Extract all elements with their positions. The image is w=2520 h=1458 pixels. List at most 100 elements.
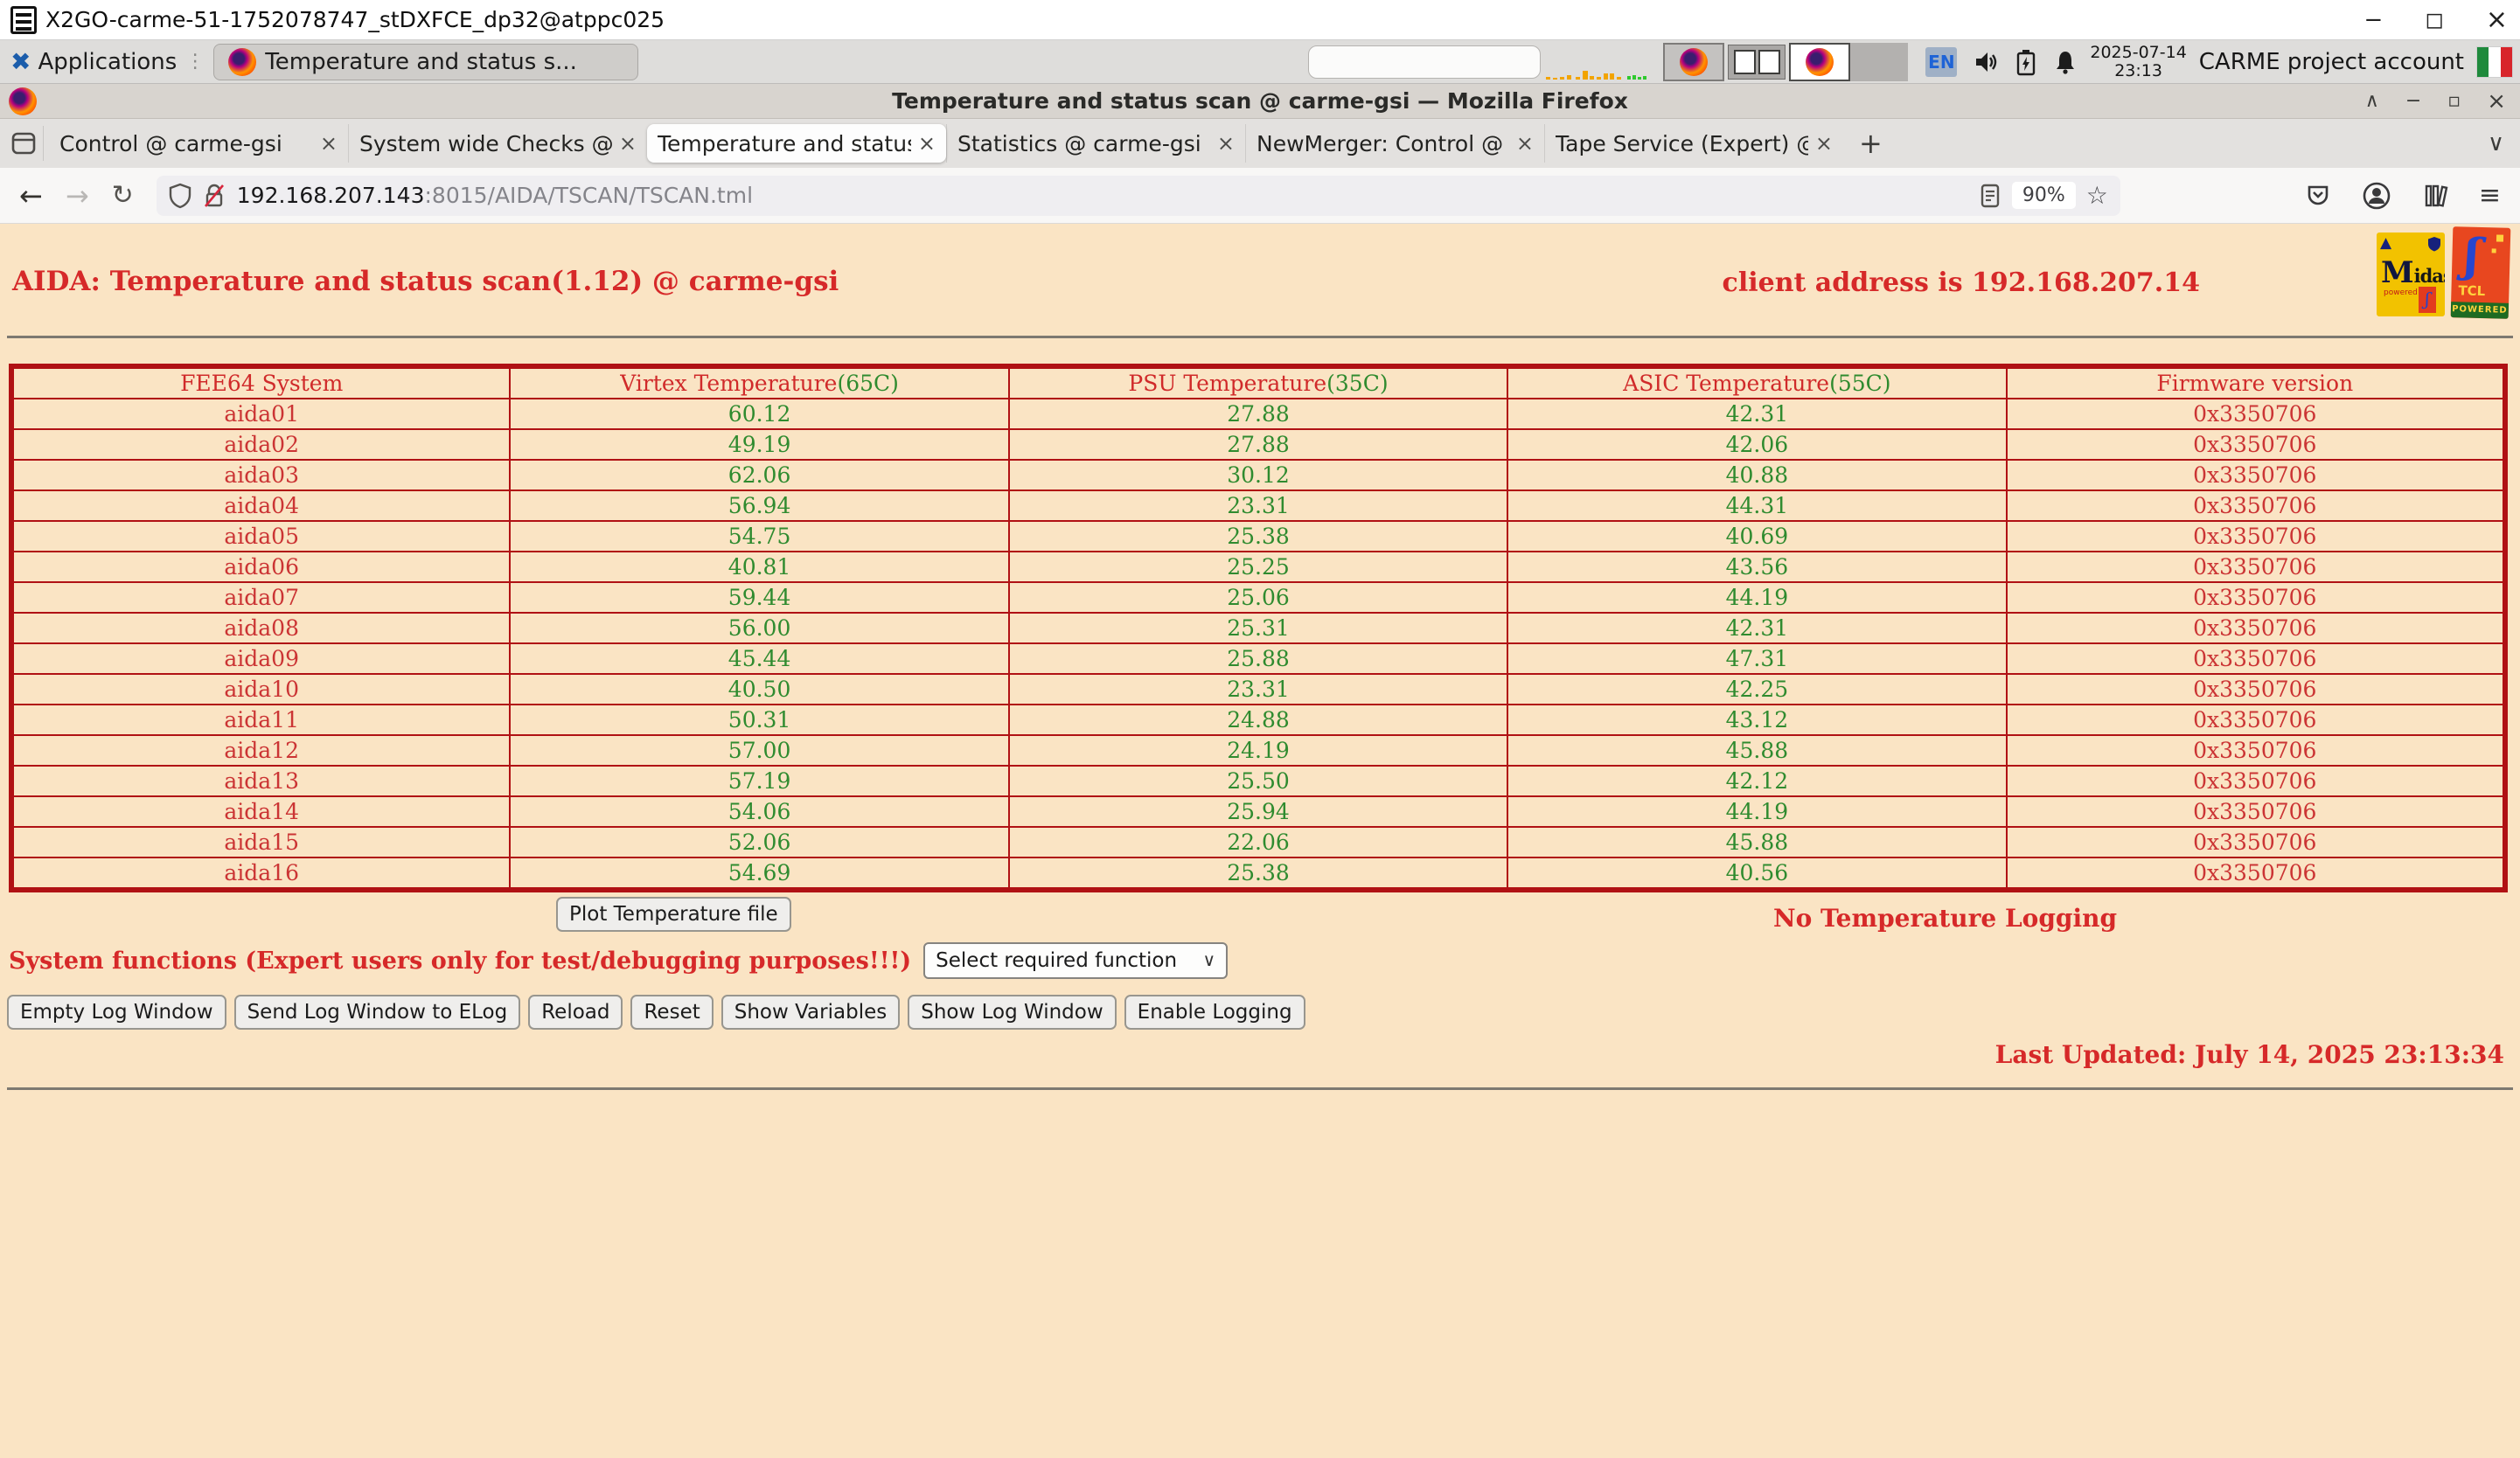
cell-system: aida13: [11, 766, 510, 796]
tab-control[interactable]: Control @ carme-gsi ×: [49, 124, 348, 163]
keyboard-layout-icon[interactable]: EN: [1925, 47, 1957, 77]
url-bar[interactable]: 192.168.207.143:8015/AIDA/TSCAN/TSCAN.tm…: [157, 176, 2120, 216]
new-tab-icon[interactable]: +: [1859, 127, 1883, 160]
cell-psu-temperature: 25.38: [1009, 521, 1507, 552]
empty-log-window-button[interactable]: Empty Log Window: [7, 995, 226, 1030]
cell-firmware-version: 0x3350706: [2007, 552, 2505, 582]
system-function-select[interactable]: Select required function: [923, 942, 1228, 979]
cell-system: aida10: [11, 674, 510, 705]
taskbar-firefox-active-button[interactable]: [1663, 43, 1724, 81]
library-icon[interactable]: [2421, 182, 2449, 210]
shade-icon[interactable]: ∧: [2365, 90, 2379, 112]
table-row: aida13 57.19 25.50 42.12 0x3350706: [11, 766, 2505, 796]
close-icon[interactable]: ×: [2487, 88, 2506, 115]
pocket-icon[interactable]: [2304, 182, 2332, 210]
toolbar-right-icons: ≡: [2304, 180, 2501, 211]
cell-asic-temperature: 44.31: [1507, 490, 2006, 521]
tab-close-icon[interactable]: ×: [619, 131, 637, 156]
plot-temperature-file-button[interactable]: Plot Temperature file: [556, 897, 791, 932]
volume-icon[interactable]: [1973, 49, 1999, 75]
cell-firmware-version: 0x3350706: [2007, 705, 2505, 735]
cell-asic-temperature: 40.88: [1507, 460, 2006, 490]
tracking-shield-icon[interactable]: [169, 183, 191, 209]
zoom-level-indicator[interactable]: 90%: [2012, 182, 2076, 209]
account-icon[interactable]: [2362, 181, 2391, 211]
reader-mode-icon[interactable]: [1979, 183, 2001, 209]
tab-close-icon[interactable]: ×: [1516, 131, 1534, 156]
taskbar-search-box[interactable]: [1308, 45, 1541, 79]
close-icon[interactable]: ×: [2486, 4, 2508, 35]
reload-icon[interactable]: ↻: [112, 180, 134, 211]
cell-system: aida08: [11, 613, 510, 643]
taskbar-firefox-button[interactable]: [1789, 43, 1850, 81]
horizontal-rule: [7, 1087, 2513, 1090]
firefox-icon: [9, 87, 37, 115]
locale-flag-icon[interactable]: [2476, 46, 2513, 78]
back-icon[interactable]: ←: [19, 179, 43, 212]
url-text: 192.168.207.143:8015/AIDA/TSCAN/TSCAN.tm…: [237, 183, 753, 208]
firefox-view-icon[interactable]: [9, 126, 44, 161]
tab-newmerger[interactable]: NewMerger: Control @ carme ×: [1245, 124, 1544, 163]
tab-close-icon[interactable]: ×: [320, 131, 338, 156]
applications-menu[interactable]: Applications: [38, 49, 177, 75]
maximize-icon[interactable]: ◻: [2425, 7, 2444, 33]
menu-hamburger-icon[interactable]: ≡: [2479, 180, 2501, 211]
restore-icon[interactable]: ▫: [2447, 90, 2461, 112]
tab-close-icon[interactable]: ×: [1815, 131, 1833, 156]
cell-system: aida09: [11, 643, 510, 674]
cell-psu-temperature: 25.50: [1009, 766, 1507, 796]
table-row: aida16 54.69 25.38 40.56 0x3350706: [11, 857, 2505, 890]
insecure-lock-icon[interactable]: [202, 183, 226, 209]
forward-icon[interactable]: →: [66, 179, 89, 212]
reload-button[interactable]: Reload: [528, 995, 623, 1030]
notification-bell-icon[interactable]: [2053, 49, 2078, 75]
panel-separator-icon: ⋮: [185, 51, 205, 73]
table-row: aida03 62.06 30.12 40.88 0x3350706: [11, 460, 2505, 490]
header-psu-temperature: PSU Temperature(35C): [1009, 366, 1507, 399]
taskbar-window-button[interactable]: Temperature and status s...: [213, 44, 638, 80]
table-row: aida06 40.81 25.25 43.56 0x3350706: [11, 552, 2505, 582]
firefox-icon: [1680, 48, 1708, 76]
cell-psu-temperature: 27.88: [1009, 399, 1507, 429]
navigation-toolbar: ← → ↻ 192.168.207.143:8015/AIDA/TSCAN/TS…: [0, 168, 2520, 224]
cell-firmware-version: 0x3350706: [2007, 766, 2505, 796]
cell-system: aida05: [11, 521, 510, 552]
bookmark-star-icon[interactable]: ☆: [2086, 181, 2108, 210]
cell-virtex-temperature: 52.06: [510, 827, 1008, 857]
clock-time: 23:13: [2090, 62, 2186, 80]
tab-system-wide-checks[interactable]: System wide Checks @ carme ×: [348, 124, 647, 163]
list-all-tabs-icon[interactable]: ∨: [2488, 130, 2504, 156]
tab-tape-service[interactable]: Tape Service (Expert) @ carme ×: [1544, 124, 1843, 163]
reset-button[interactable]: Reset: [630, 995, 713, 1030]
cell-psu-temperature: 25.06: [1009, 582, 1507, 613]
workspace-switcher[interactable]: [1728, 45, 1786, 80]
minimize-icon[interactable]: −: [2363, 7, 2383, 33]
header-firmware-version: Firmware version: [2007, 366, 2505, 399]
workspace-1[interactable]: [1734, 50, 1756, 74]
tcl-powered-logo[interactable]: ʃ TCL POWERED: [2451, 226, 2511, 319]
cell-firmware-version: 0x3350706: [2007, 643, 2505, 674]
battery-icon[interactable]: [2015, 48, 2037, 76]
taskbar: ✖ Applications ⋮ Temperature and status …: [0, 40, 2520, 84]
minimize-icon[interactable]: −: [2405, 90, 2421, 112]
show-log-window-button[interactable]: Show Log Window: [908, 995, 1116, 1030]
applications-menu-icon[interactable]: ✖: [10, 47, 31, 76]
send-log-to-elog-button[interactable]: Send Log Window to ELog: [234, 995, 521, 1030]
firefox-icon: [228, 48, 256, 76]
show-variables-button[interactable]: Show Variables: [721, 995, 900, 1030]
enable-logging-button[interactable]: Enable Logging: [1124, 995, 1305, 1030]
tab-close-icon[interactable]: ×: [918, 131, 936, 156]
tab-close-icon[interactable]: ×: [1217, 131, 1235, 156]
horizontal-rule: [7, 336, 2513, 338]
workspace-2[interactable]: [1758, 50, 1780, 74]
cell-virtex-temperature: 54.69: [510, 857, 1008, 890]
taskbar-clock[interactable]: 2025-07-14 23:13: [2090, 44, 2186, 80]
cell-psu-temperature: 25.88: [1009, 643, 1507, 674]
tab-temperature-scan-active[interactable]: Temperature and status scan ×: [647, 124, 946, 163]
x2go-titlebar: X2GO-carme-51-1752078747_stDXFCE_dp32@at…: [0, 0, 2520, 40]
taskbar-empty-slot: [1850, 43, 1908, 81]
midas-logo[interactable]: ▲ Midas powered by ʃ: [2377, 233, 2445, 316]
tab-statistics[interactable]: Statistics @ carme-gsi ×: [946, 124, 1245, 163]
client-address: client address is 192.168.207.14: [1723, 267, 2200, 298]
cell-asic-temperature: 42.31: [1507, 399, 2006, 429]
